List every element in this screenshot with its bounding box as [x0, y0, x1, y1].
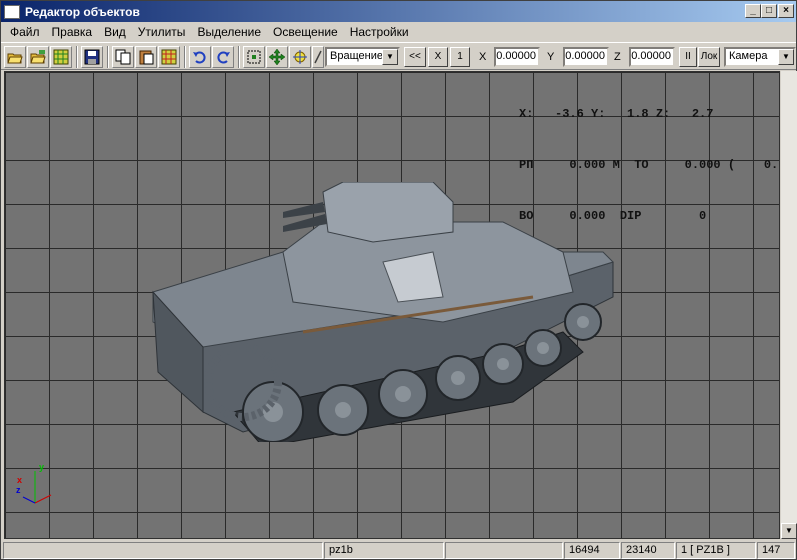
rotate-icon[interactable]	[289, 46, 311, 68]
pause-button[interactable]: II	[679, 47, 697, 67]
grid-alt-icon[interactable]	[158, 46, 180, 68]
toolbar: Вращение ▼ << X 1 X 0.00000 Y 0.00000 Z …	[1, 42, 796, 70]
status-part: 1 [ PZ1B ]	[676, 542, 756, 559]
app-icon	[4, 4, 20, 19]
paste-icon[interactable]	[135, 46, 157, 68]
status-bar: pz1b 16494 23140 1 [ PZ1B ] 147	[1, 541, 796, 560]
transform-mode-select[interactable]: Вращение ▼	[325, 47, 400, 67]
readout-line-2: РП 0.000 М ТО 0.000 ( 0.000 )	[519, 158, 779, 172]
status-model-name: pz1b	[324, 542, 444, 559]
gizmo-x-label: x	[17, 475, 23, 485]
close-button[interactable]: ×	[778, 4, 794, 18]
open-folder-plus-icon[interactable]	[27, 46, 49, 68]
readout-line-1: X: -3.6 Y: 1.8 Z: 2.7	[519, 107, 714, 121]
status-pane-main	[3, 542, 323, 559]
object-editor-window: Редактор объектов _ □ × Файл Правка Вид …	[0, 0, 797, 560]
toolbar-separator	[107, 46, 109, 68]
scale-icon[interactable]	[312, 46, 324, 68]
menu-utilities[interactable]: Утилиты	[132, 25, 192, 39]
z-label: Z	[614, 51, 621, 63]
status-count-3: 147	[757, 542, 795, 559]
select-frame-icon[interactable]	[243, 46, 265, 68]
window-title: Редактор объектов	[25, 4, 140, 19]
transform-mode-value: Вращение	[330, 50, 383, 62]
open-folder-icon[interactable]	[4, 46, 26, 68]
undo-icon[interactable]	[189, 46, 211, 68]
toolbar-separator	[238, 46, 240, 68]
chevron-down-icon[interactable]: ▼	[778, 49, 794, 65]
view-select[interactable]: Камера ▼	[724, 47, 796, 67]
toolbar-separator	[184, 46, 186, 68]
menu-view[interactable]: Вид	[98, 25, 132, 39]
tank-model[interactable]	[143, 182, 623, 442]
3d-viewport[interactable]: X: -3.6 Y: 1.8 Z: 2.7 РП 0.000 М ТО 0.00…	[4, 71, 780, 539]
x-field[interactable]: 0.00000	[494, 47, 540, 67]
one-button[interactable]: 1	[450, 47, 470, 67]
vertical-scrollbar[interactable]: ▼	[781, 71, 797, 539]
grid-icon[interactable]	[50, 46, 72, 68]
menu-edit[interactable]: Правка	[46, 25, 99, 39]
x-axis-button[interactable]: X	[428, 47, 448, 67]
gizmo-y-label: y	[39, 462, 45, 472]
menu-settings[interactable]: Настройки	[344, 25, 415, 39]
status-pane-empty	[445, 542, 563, 559]
menu-lighting[interactable]: Освещение	[267, 25, 344, 39]
title-bar[interactable]: Редактор объектов _ □ ×	[1, 1, 796, 22]
save-icon[interactable]	[81, 46, 103, 68]
y-label: Y	[547, 51, 555, 63]
redo-icon[interactable]	[212, 46, 234, 68]
step-back-button[interactable]: <<	[404, 47, 426, 67]
toolbar-separator	[76, 46, 78, 68]
gizmo-z-label: z	[16, 485, 21, 495]
local-button[interactable]: Лок	[698, 47, 720, 67]
status-count-2: 23140	[621, 542, 675, 559]
maximize-button[interactable]: □	[761, 4, 777, 18]
copy-icon[interactable]	[112, 46, 134, 68]
menu-file[interactable]: Файл	[4, 25, 46, 39]
x-label: X	[479, 51, 487, 63]
z-field[interactable]: 0.00000	[629, 47, 675, 67]
chevron-down-icon[interactable]: ▼	[382, 49, 398, 65]
scroll-down-icon[interactable]: ▼	[781, 523, 797, 539]
move-icon[interactable]	[266, 46, 288, 68]
menu-selection[interactable]: Выделение	[191, 25, 267, 39]
view-select-value: Камера	[729, 50, 768, 62]
menu-bar: Файл Правка Вид Утилиты Выделение Освеще…	[1, 22, 796, 41]
minimize-button[interactable]: _	[745, 4, 761, 18]
y-field[interactable]: 0.00000	[563, 47, 609, 67]
status-count-1: 16494	[564, 542, 620, 559]
